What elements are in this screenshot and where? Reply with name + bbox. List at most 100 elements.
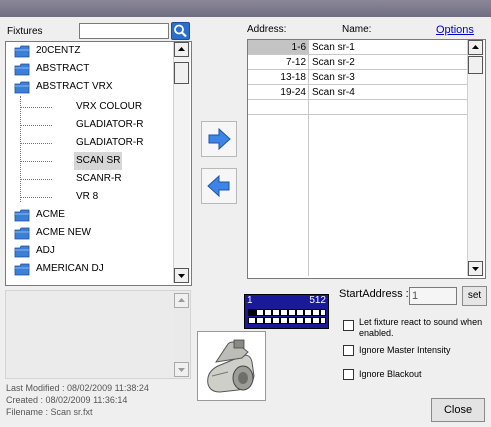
remove-fixture-button[interactable] (201, 168, 237, 204)
ignore-master-intensity-label: Ignore Master Intensity (359, 345, 451, 355)
arrow-right-icon (208, 127, 231, 151)
ignore-blackout-label: Ignore Blackout (359, 369, 422, 379)
patch-table[interactable]: 1-6 Scan sr-1 7-12 Scan sr-2 13-18 Scan … (247, 39, 486, 279)
dmx-cell (272, 317, 280, 324)
tree-item-label-selected: SCAN SR (74, 152, 123, 170)
dmx-cell (288, 309, 296, 316)
triangle-up-icon (178, 47, 185, 51)
tree-connector (20, 143, 52, 144)
tree-item-vrx-colour[interactable]: VRX COLOUR (6, 98, 176, 116)
tree-connector (20, 197, 52, 198)
start-address-input[interactable] (409, 287, 457, 305)
scroll-thumb[interactable] (174, 62, 189, 84)
created-text: Created : 08/02/2009 11:36:14 (6, 395, 128, 405)
tree-item-label: SCANR-R (76, 173, 122, 184)
close-button[interactable]: Close (431, 398, 485, 422)
fixture-search-input[interactable] (79, 23, 169, 39)
tree-scrollbar[interactable] (173, 42, 190, 283)
dmx-cell (256, 309, 264, 316)
tree-connector (20, 107, 52, 108)
patch-row-address[interactable]: 19-24 (248, 85, 309, 100)
scroll-thumb[interactable] (468, 56, 483, 74)
tree-item-label: ADJ (36, 245, 55, 256)
dmx-cell (312, 317, 320, 324)
tree-item-label: AMERICAN DJ (36, 263, 104, 274)
dmx-cell (264, 317, 272, 324)
search-icon (174, 24, 187, 38)
patch-scrollbar[interactable] (467, 40, 484, 276)
search-button[interactable] (171, 22, 190, 40)
scroll-up-button[interactable] (468, 40, 483, 55)
triangle-up-icon (472, 45, 479, 49)
dmx-universe-bar: 1 512 (244, 294, 329, 329)
add-fixture-button[interactable] (201, 121, 237, 157)
folder-icon (14, 263, 30, 276)
folder-icon (14, 209, 30, 222)
tree-item-label: 20CENTZ (36, 45, 81, 56)
tree-connector (20, 179, 52, 180)
react-to-sound-label: Let fixture react to sound when enabled. (359, 317, 483, 338)
folder-icon (14, 45, 30, 58)
empty-row (309, 100, 467, 115)
dmx-cell (264, 309, 272, 316)
tree-item-scan-sr[interactable]: SCAN SR (6, 152, 176, 170)
tree-item-scanr-r[interactable]: SCANR-R (6, 170, 176, 188)
tree-item-label: ABSTRACT VRX (36, 81, 113, 92)
empty-row (248, 100, 309, 115)
patch-row-name[interactable]: Scan sr-2 (309, 55, 467, 70)
description-scrollbar[interactable] (174, 293, 189, 377)
ignore-master-intensity-checkbox[interactable] (343, 345, 354, 356)
dmx-start-label: 1 (247, 295, 253, 306)
triangle-down-icon (472, 267, 479, 271)
folder-icon (14, 63, 30, 76)
dmx-cell (320, 309, 326, 316)
scroll-down-button[interactable] (468, 261, 483, 276)
tree-item-label: ACME (36, 209, 65, 220)
set-address-button[interactable]: set (462, 286, 487, 306)
tree-item-vr-8[interactable]: VR 8 (6, 188, 176, 206)
ignore-blackout-checkbox[interactable] (343, 369, 354, 380)
folder-icon (14, 245, 30, 258)
dmx-cell (288, 317, 296, 324)
dmx-cell (304, 309, 312, 316)
fixture-description-panel[interactable] (5, 290, 191, 379)
triangle-down-icon (178, 368, 185, 372)
tree-item-label: VRX COLOUR (76, 101, 143, 112)
scroll-up-button[interactable] (174, 42, 189, 57)
dmx-cell (280, 309, 288, 316)
dmx-cell (296, 309, 304, 316)
start-address-label: StartAddress : (339, 288, 409, 300)
triangle-up-icon (178, 298, 185, 302)
fixture-tree[interactable]: 20CENTZ ABSTRACT ABSTRACT VRX VRX COLOUR… (5, 41, 192, 286)
address-column-header: Address: (247, 24, 287, 35)
scroll-down-button[interactable] (174, 268, 189, 283)
fixtures-label: Fixtures (7, 26, 43, 37)
tree-item-label: ABSTRACT (36, 63, 90, 74)
tree-item-gladiator-r-1[interactable]: GLADIATOR-R (6, 116, 176, 134)
tree-connector (20, 125, 52, 126)
dmx-cell (312, 309, 320, 316)
dmx-cell (296, 317, 304, 324)
dmx-channel-grid (248, 309, 326, 326)
tree-item-label: GLADIATOR-R (76, 137, 144, 148)
options-link[interactable]: Options (436, 24, 474, 36)
scroll-up-button[interactable] (174, 293, 189, 308)
patch-row-address[interactable]: 13-18 (248, 70, 309, 85)
patch-row-address[interactable]: 7-12 (248, 55, 309, 70)
patch-row-address[interactable]: 1-6 (248, 40, 309, 55)
last-modified-text: Last Modified : 08/02/2009 11:38:24 (6, 383, 149, 393)
patch-row-name[interactable]: Scan sr-4 (309, 85, 467, 100)
react-to-sound-checkbox[interactable] (343, 320, 354, 331)
triangle-down-icon (178, 274, 185, 278)
tree-item-label: ACME NEW (36, 227, 91, 238)
dmx-cell (272, 309, 280, 316)
filename-text: Filename : Scan sr.fxt (6, 407, 93, 417)
dmx-cell-used (248, 309, 256, 316)
dmx-cell (256, 317, 264, 324)
scroll-down-button[interactable] (174, 362, 189, 377)
tree-item-gladiator-r-2[interactable]: GLADIATOR-R (6, 134, 176, 152)
tree-item-label: GLADIATOR-R (76, 119, 144, 130)
patch-row-name[interactable]: Scan sr-1 (309, 40, 467, 55)
patch-row-name[interactable]: Scan sr-3 (309, 70, 467, 85)
arrow-left-icon (207, 174, 230, 198)
